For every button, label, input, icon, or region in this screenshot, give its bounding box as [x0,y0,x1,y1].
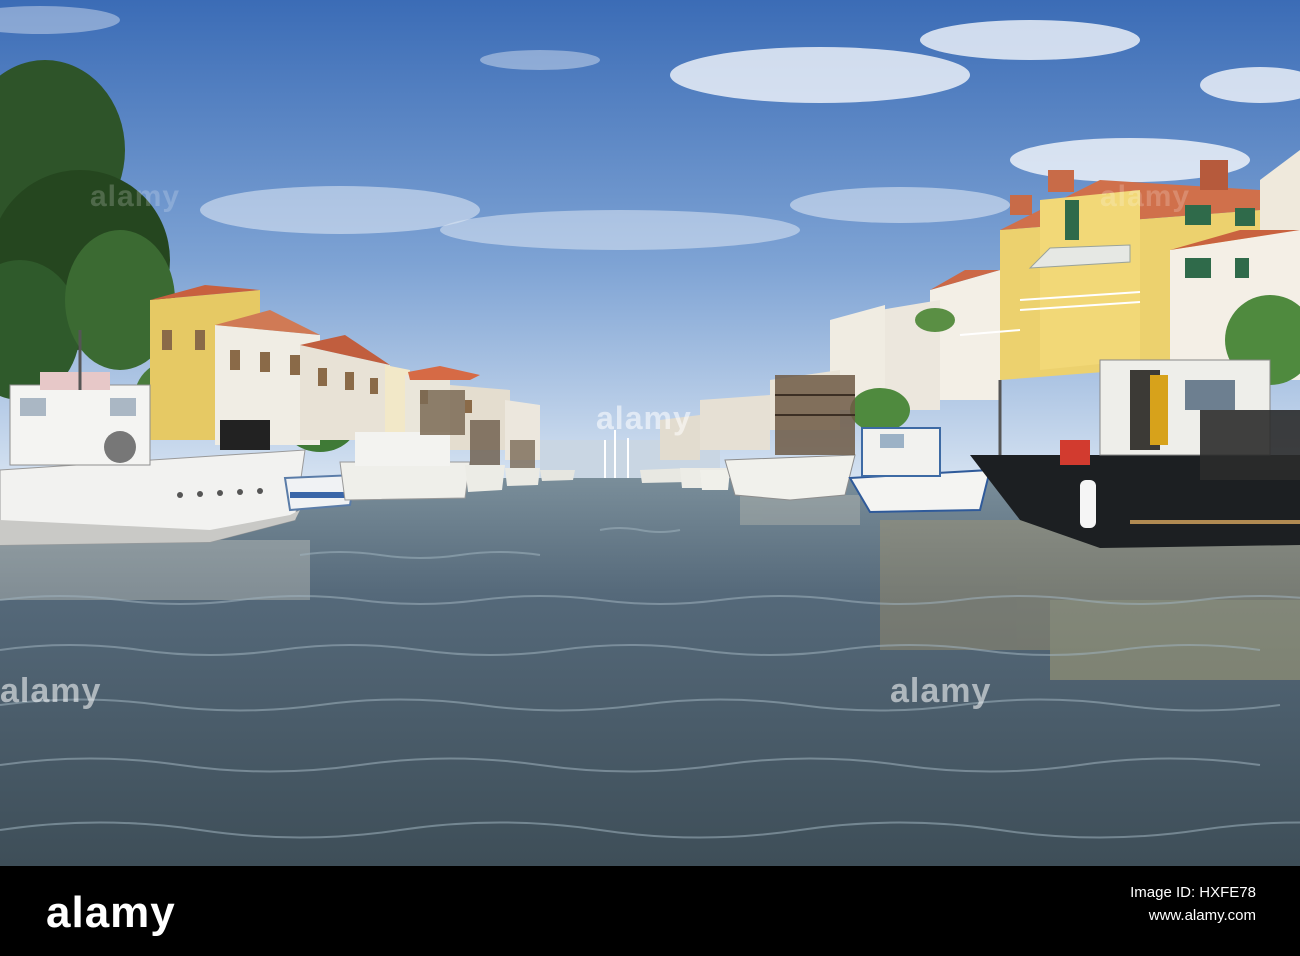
image-info: Image ID: HXFE78 www.alamy.com [1130,884,1256,924]
footer-bar: alamy Image ID: HXFE78 www.alamy.com [0,866,1300,956]
alamy-logo[interactable]: alamy [46,888,176,938]
canal-scene [0,0,1300,866]
canal-photo: alamy alamy alamy alamy alamy [0,0,1300,866]
site-url[interactable]: www.alamy.com [1130,907,1256,924]
image-id: Image ID: HXFE78 [1130,884,1256,901]
